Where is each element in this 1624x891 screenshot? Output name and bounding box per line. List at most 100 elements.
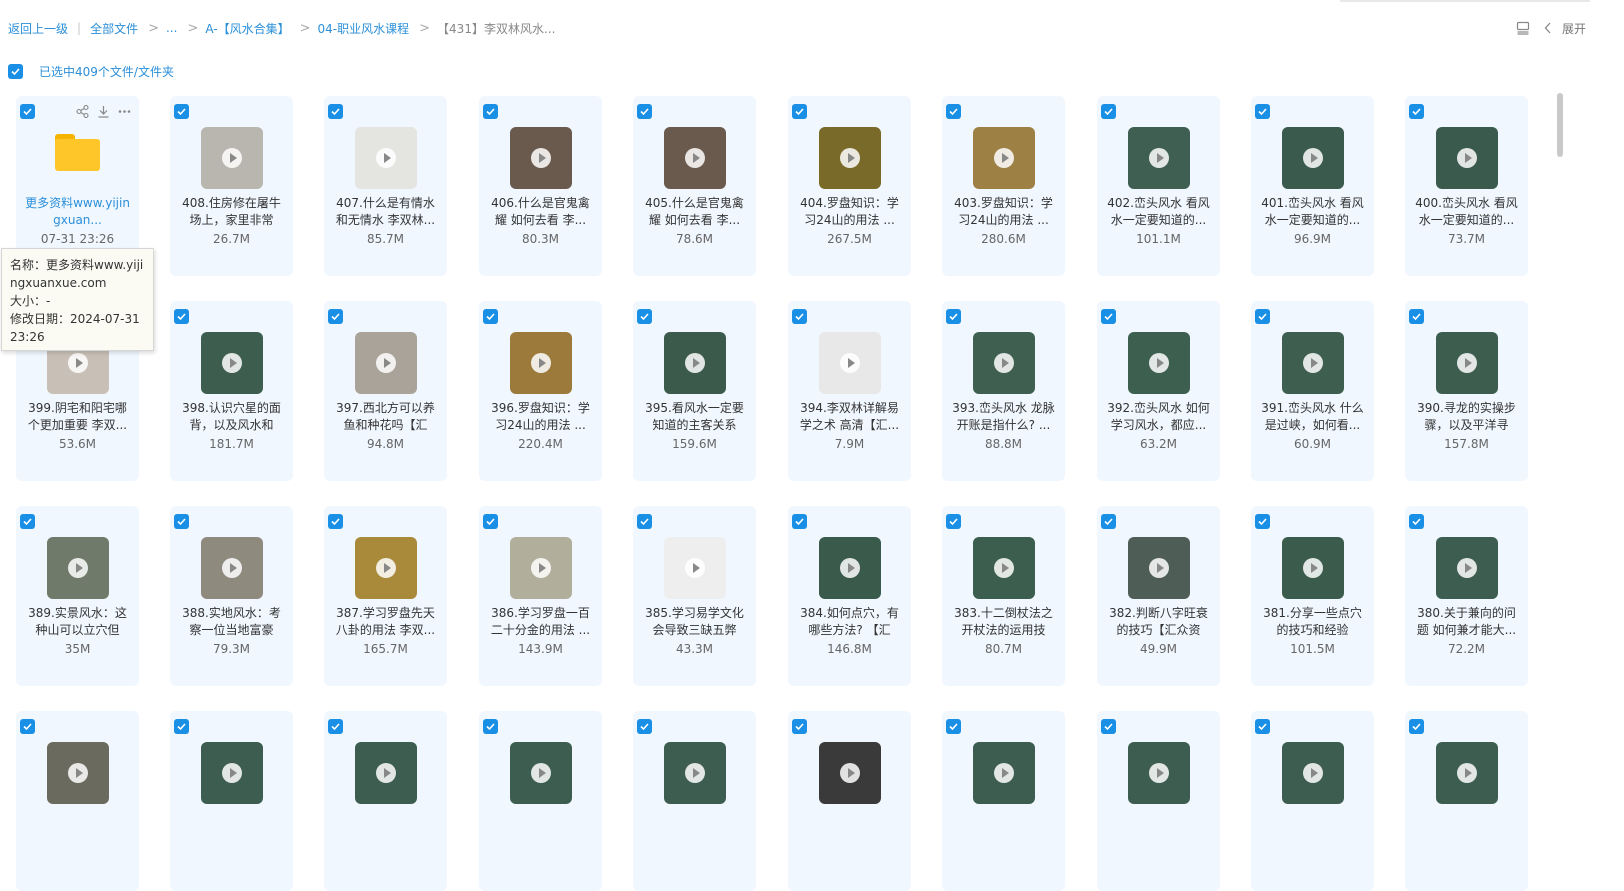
item-checkbox[interactable]	[637, 309, 652, 324]
item-checkbox[interactable]	[483, 514, 498, 529]
item-checkbox[interactable]	[1101, 514, 1116, 529]
download-icon[interactable]	[97, 103, 110, 122]
item-checkbox[interactable]	[483, 104, 498, 119]
item-checkbox[interactable]	[20, 514, 35, 529]
item-checkbox[interactable]	[637, 104, 652, 119]
file-item[interactable]: 393.峦头风水 龙脉开账是指什么? ... 88.8M	[942, 301, 1065, 481]
item-checkbox[interactable]	[1409, 719, 1424, 734]
file-item[interactable]	[479, 711, 602, 891]
file-item[interactable]: 404.罗盘知识：学习24山的用法 ... 267.5M	[788, 96, 911, 276]
file-item[interactable]: 390.寻龙的实操步骤，以及平洋寻 157.8M	[1405, 301, 1528, 481]
file-item[interactable]: 396.罗盘知识：学习24山的用法 ... 220.4M	[479, 301, 602, 481]
file-item[interactable]: 405.什么是官鬼禽耀 如何去看 李... 78.6M	[633, 96, 756, 276]
file-item[interactable]: 382.判断八字旺衰的技巧【汇众资 49.9M	[1097, 506, 1220, 686]
item-checkbox[interactable]	[946, 309, 961, 324]
file-item[interactable]: 386.学习罗盘一百二十分金的用法 ... 143.9M	[479, 506, 602, 686]
file-item[interactable]: 398.认识穴星的面背，以及风水和 181.7M	[170, 301, 293, 481]
file-item[interactable]	[16, 711, 139, 891]
file-item[interactable]	[1251, 711, 1374, 891]
item-checkbox[interactable]	[174, 309, 189, 324]
breadcrumb-course-folder[interactable]: 04-职业风水课程	[318, 20, 410, 37]
item-checkbox[interactable]	[1255, 514, 1270, 529]
file-item[interactable]: 403.罗盘知识：学习24山的用法 ... 280.6M	[942, 96, 1065, 276]
item-checkbox[interactable]	[1255, 104, 1270, 119]
file-item[interactable]: 388.实地风水：考察一位当地富豪 79.3M	[170, 506, 293, 686]
file-item[interactable]: 384.如何点穴，有哪些方法? 【汇 146.8M	[788, 506, 911, 686]
item-checkbox[interactable]	[946, 719, 961, 734]
item-checkbox[interactable]	[20, 719, 35, 734]
file-item[interactable]: 383.十二倒杖法之开杖法的运用技 80.7M	[942, 506, 1065, 686]
list-view-icon[interactable]	[1516, 21, 1530, 35]
file-item[interactable]	[1405, 711, 1528, 891]
share-icon[interactable]	[76, 103, 89, 122]
file-item[interactable]	[1097, 711, 1220, 891]
item-checkbox[interactable]	[792, 104, 807, 119]
item-checkbox[interactable]	[483, 309, 498, 324]
play-icon	[531, 763, 551, 783]
item-checkbox[interactable]	[328, 104, 343, 119]
item-checkbox[interactable]	[20, 104, 35, 119]
video-thumbnail	[355, 742, 417, 804]
file-item[interactable]	[324, 711, 447, 891]
file-item[interactable]	[633, 711, 756, 891]
file-item[interactable]: 406.什么是官鬼禽耀 如何去看 李... 80.3M	[479, 96, 602, 276]
back-link[interactable]: 返回上一级	[8, 20, 68, 37]
item-checkbox[interactable]	[483, 719, 498, 734]
play-icon	[376, 763, 396, 783]
item-checkbox[interactable]	[1255, 309, 1270, 324]
item-checkbox[interactable]	[946, 104, 961, 119]
select-all-checkbox[interactable]	[8, 63, 23, 79]
expand-button[interactable]: 展开	[1544, 20, 1586, 37]
breadcrumb-ellipsis[interactable]: ...	[166, 21, 177, 35]
file-item[interactable]	[788, 711, 911, 891]
file-item[interactable]: 387.学习罗盘先天八卦的用法 李双... 165.7M	[324, 506, 447, 686]
file-item[interactable]: 392.峦头风水 如何学习风水，都应... 63.2M	[1097, 301, 1220, 481]
item-checkbox[interactable]	[174, 719, 189, 734]
file-item[interactable]: 391.峦头风水 什么是过峡，如何看... 60.9M	[1251, 301, 1374, 481]
file-item[interactable]: 401.峦头风水 看风水一定要知道的... 96.9M	[1251, 96, 1374, 276]
item-checkbox[interactable]	[1101, 719, 1116, 734]
breadcrumb-fengshui-collection[interactable]: A-【风水合集】	[205, 20, 289, 37]
item-checkbox[interactable]	[792, 514, 807, 529]
item-checkbox[interactable]	[174, 104, 189, 119]
item-checkbox[interactable]	[1101, 104, 1116, 119]
item-checkbox[interactable]	[1409, 309, 1424, 324]
item-checkbox[interactable]	[1409, 514, 1424, 529]
file-item[interactable]: 408.住房修在屠牛场上，家里非常 26.7M	[170, 96, 293, 276]
item-checkbox[interactable]	[174, 514, 189, 529]
file-item[interactable]: 397.西北方可以养鱼和种花吗【汇 94.8M	[324, 301, 447, 481]
file-item[interactable]	[942, 711, 1065, 891]
video-thumbnail	[664, 127, 726, 189]
file-item[interactable]: 389.实景风水：这种山可以立穴但 35M	[16, 506, 139, 686]
file-item[interactable]: 407.什么是有情水和无情水 李双林... 85.7M	[324, 96, 447, 276]
play-icon	[994, 763, 1014, 783]
vertical-scrollbar[interactable]	[1557, 93, 1563, 157]
item-checkbox[interactable]	[637, 719, 652, 734]
play-icon	[1303, 763, 1323, 783]
file-item[interactable]: 400.峦头风水 看风水一定要知道的... 73.7M	[1405, 96, 1528, 276]
file-item[interactable]: 381.分享一些点穴的技巧和经验 101.5M	[1251, 506, 1374, 686]
item-checkbox[interactable]	[1409, 104, 1424, 119]
item-checkbox[interactable]	[792, 719, 807, 734]
item-checkbox[interactable]	[946, 514, 961, 529]
item-checkbox[interactable]	[792, 309, 807, 324]
play-icon	[1303, 558, 1323, 578]
item-checkbox[interactable]	[328, 309, 343, 324]
item-name: 392.峦头风水 如何学习风水，都应...	[1107, 401, 1210, 432]
item-checkbox[interactable]	[1255, 719, 1270, 734]
file-item[interactable]: 385.学习易学文化会导致三缺五弊 43.3M	[633, 506, 756, 686]
item-checkbox[interactable]	[328, 719, 343, 734]
file-item[interactable]: 394.李双林详解易学之术 高清【汇... 7.9M	[788, 301, 911, 481]
video-thumbnail	[664, 332, 726, 394]
breadcrumb-all-files[interactable]: 全部文件	[90, 20, 138, 37]
file-item[interactable]: 402.峦头风水 看风水一定要知道的... 101.1M	[1097, 96, 1220, 276]
more-icon[interactable]	[118, 103, 131, 122]
play-icon	[1457, 763, 1477, 783]
file-item[interactable]: 380.关于兼向的问题 如何兼才能大... 72.2M	[1405, 506, 1528, 686]
file-item[interactable]: 395.看风水一定要知道的主客关系 159.6M	[633, 301, 756, 481]
file-item[interactable]	[170, 711, 293, 891]
item-checkbox[interactable]	[328, 514, 343, 529]
breadcrumb-separator-icon: >	[148, 20, 159, 36]
item-checkbox[interactable]	[1101, 309, 1116, 324]
item-checkbox[interactable]	[637, 514, 652, 529]
